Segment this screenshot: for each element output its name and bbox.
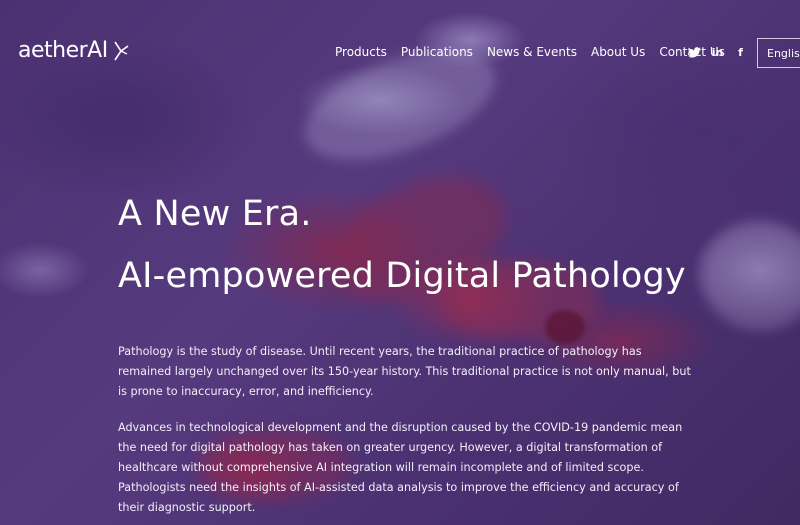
nav-item-about-us[interactable]: About Us — [591, 45, 645, 59]
language-button[interactable]: English — [757, 38, 800, 68]
headline-line-2: AI-empowered Digital Pathology — [118, 256, 686, 296]
twitter-icon[interactable] — [688, 46, 701, 59]
hero-headline: A New Era. AI-empowered Digital Patholog… — [118, 183, 686, 307]
logo-text: aetherAI — [18, 38, 108, 63]
intro-paragraph-1: Pathology is the study of disease. Until… — [118, 345, 691, 398]
nav-item-news-events[interactable]: News & Events — [487, 45, 577, 59]
nav-item-products[interactable]: Products — [335, 45, 387, 59]
facebook-icon[interactable]: f — [734, 46, 747, 59]
nav-item-publications[interactable]: Publications — [401, 45, 473, 59]
linkedin-icon[interactable]: in — [711, 46, 724, 59]
main-nav: Products Publications News & Events Abou… — [335, 45, 739, 59]
headline-line-1: A New Era. — [118, 194, 312, 234]
social-links: in f — [688, 46, 747, 59]
logo[interactable]: aetherAI — [18, 38, 130, 63]
intro-paragraph-2: Advances in technological development an… — [118, 421, 683, 514]
logo-mark-icon — [114, 41, 129, 60]
site-header: aetherAI Products Publications News & Ev… — [0, 0, 800, 106]
